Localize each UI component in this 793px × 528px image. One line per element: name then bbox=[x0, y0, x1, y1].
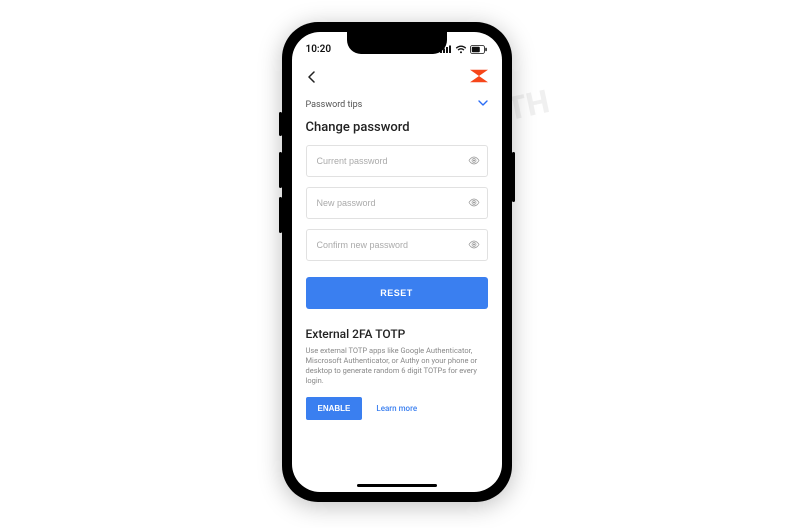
current-password-input[interactable] bbox=[306, 145, 488, 177]
home-indicator[interactable] bbox=[357, 484, 437, 487]
phone-frame: 10:20 Password tips Change passwo bbox=[282, 22, 512, 502]
phone-power-button bbox=[512, 152, 515, 202]
reset-button[interactable]: RESET bbox=[306, 277, 488, 309]
toggle-visibility-current[interactable] bbox=[468, 152, 480, 171]
battery-icon bbox=[470, 45, 488, 54]
phone-screen: 10:20 Password tips Change passwo bbox=[292, 32, 502, 492]
change-password-title: Change password bbox=[306, 120, 488, 135]
password-tips-toggle[interactable]: Password tips bbox=[306, 93, 488, 120]
chevron-down-icon bbox=[478, 99, 488, 110]
totp-actions: ENABLE Learn more bbox=[306, 397, 488, 420]
chevron-left-icon bbox=[306, 71, 318, 83]
content-area: Password tips Change password bbox=[292, 93, 502, 420]
confirm-password-input[interactable] bbox=[306, 229, 488, 261]
toggle-visibility-confirm[interactable] bbox=[468, 236, 480, 255]
confirm-password-wrap bbox=[306, 229, 488, 261]
current-password-wrap bbox=[306, 145, 488, 177]
new-password-wrap bbox=[306, 187, 488, 219]
phone-volume-up bbox=[279, 152, 282, 188]
status-time: 10:20 bbox=[306, 44, 332, 55]
totp-description: Use external TOTP apps like Google Authe… bbox=[306, 346, 488, 387]
enable-button[interactable]: ENABLE bbox=[306, 397, 363, 420]
app-header bbox=[292, 60, 502, 93]
phone-volume-down bbox=[279, 197, 282, 233]
eye-icon bbox=[468, 239, 480, 251]
eye-icon bbox=[468, 155, 480, 167]
eye-icon bbox=[468, 197, 480, 209]
back-button[interactable] bbox=[306, 68, 318, 87]
learn-more-link[interactable]: Learn more bbox=[376, 404, 417, 413]
phone-notch bbox=[347, 32, 447, 54]
app-logo bbox=[470, 68, 488, 87]
new-password-input[interactable] bbox=[306, 187, 488, 219]
status-icons bbox=[440, 45, 488, 54]
password-tips-label: Password tips bbox=[306, 100, 363, 110]
wifi-icon bbox=[455, 45, 467, 54]
kite-logo-icon bbox=[470, 69, 488, 83]
phone-mute-switch bbox=[279, 112, 282, 136]
toggle-visibility-new[interactable] bbox=[468, 194, 480, 213]
totp-title: External 2FA TOTP bbox=[306, 327, 488, 341]
